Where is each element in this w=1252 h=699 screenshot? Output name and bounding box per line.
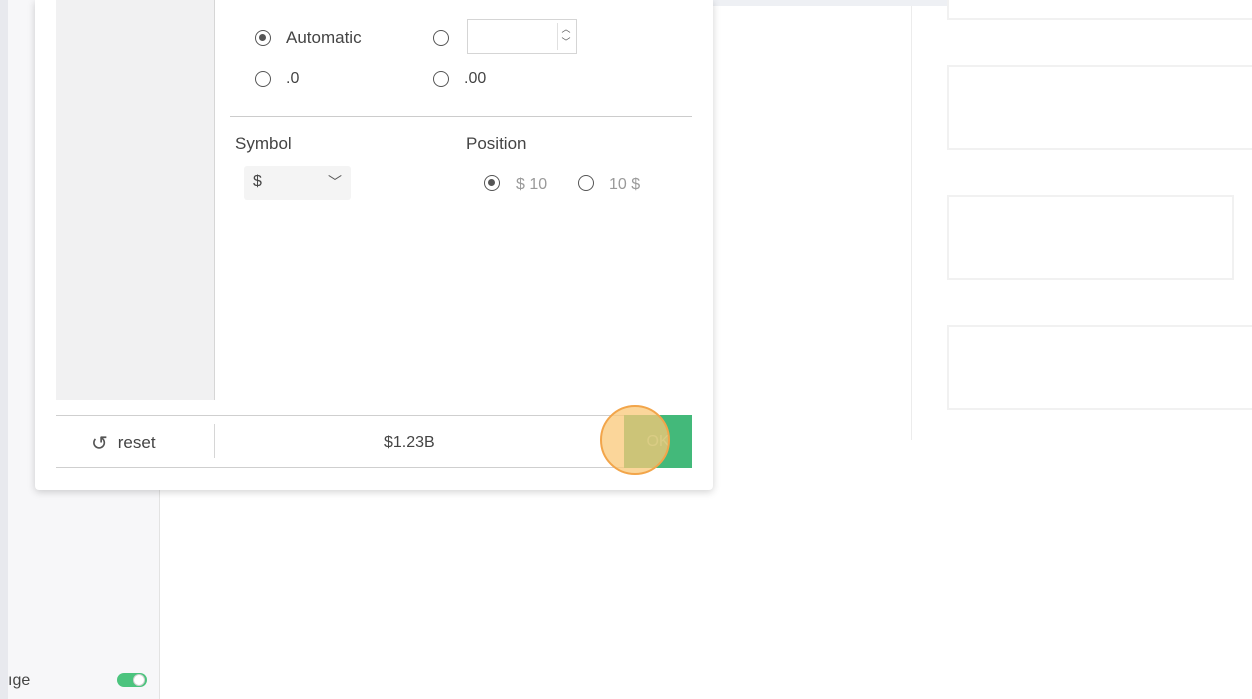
reset-icon: ↺ [91, 432, 108, 455]
number-format-dialog: Automatic ︿ ﹀ .0 .00 Symbol $ ﹀ Position… [35, 0, 713, 490]
reset-label: reset [117, 433, 156, 452]
decimals-custom-radio[interactable] [433, 30, 449, 46]
decimals-one-label: .0 [286, 70, 300, 87]
dashboard-card-1[interactable] [947, 0, 1252, 20]
app-left-strip [0, 0, 8, 699]
stepper-up-icon[interactable]: ︿ [558, 23, 574, 36]
decimals-automatic-radio[interactable] [255, 30, 271, 46]
decimals-two-radio[interactable] [433, 71, 449, 87]
toggle-knob [133, 674, 145, 686]
footer-bottom-border [56, 467, 692, 468]
left-panel-toggle[interactable] [117, 673, 147, 687]
decimals-stepper[interactable]: ︿ ﹀ [557, 23, 574, 50]
footer-separator [214, 424, 215, 458]
footer-top-border [56, 415, 692, 416]
position-after-label: 10 $ [609, 176, 641, 193]
dashboard-card-4[interactable] [947, 325, 1252, 410]
position-after-radio[interactable] [578, 175, 594, 191]
decimals-one-radio[interactable] [255, 71, 271, 87]
decimals-automatic-label: Automatic [286, 28, 362, 47]
decimals-two-label: .00 [464, 70, 487, 87]
reset-button[interactable]: ↺ reset [91, 429, 156, 457]
left-panel-setting-label: ıge [8, 672, 31, 689]
dialog-sidebar [56, 0, 215, 400]
position-before-label: $ 10 [516, 176, 548, 193]
section-divider [230, 116, 692, 117]
symbol-label: Symbol [235, 134, 292, 153]
symbol-select[interactable]: $ ﹀ [244, 166, 351, 200]
chevron-down-icon: ﹀ [328, 174, 342, 190]
ok-button[interactable]: OK [624, 415, 692, 468]
dashboard-divider [911, 6, 912, 440]
dashboard-card-3[interactable] [947, 195, 1234, 280]
position-label: Position [466, 134, 527, 153]
format-preview: $1.23B [384, 434, 435, 451]
position-before-radio[interactable] [484, 175, 500, 191]
decimals-custom-input[interactable]: ︿ ﹀ [467, 19, 577, 54]
stepper-down-icon[interactable]: ﹀ [558, 36, 574, 49]
dashboard-card-2[interactable]: . [947, 65, 1252, 150]
symbol-selected-value: $ [253, 173, 262, 190]
